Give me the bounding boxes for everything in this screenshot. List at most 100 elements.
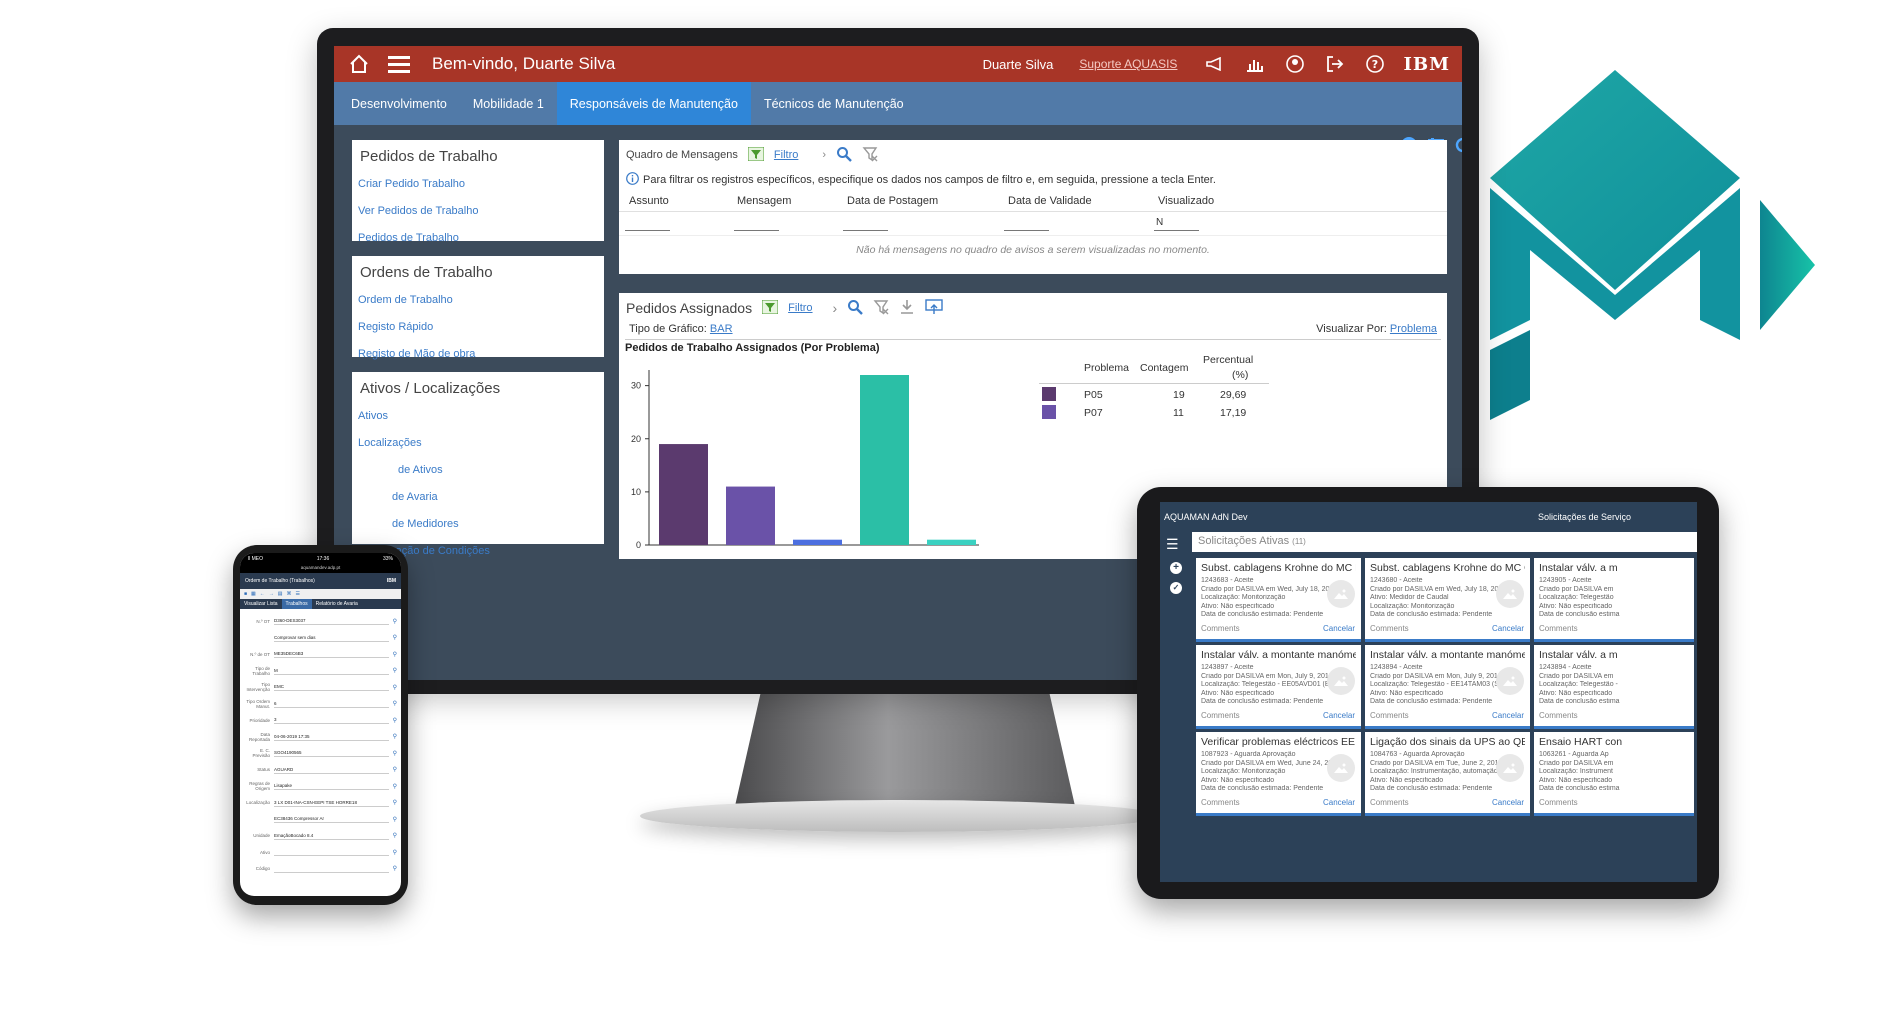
- cancel-link[interactable]: Cancelar: [1492, 624, 1524, 633]
- save-icon[interactable]: ■: [244, 591, 247, 597]
- field-input[interactable]: 3 LX D01-INA-CSN-EEPI TSE HORRE18: [274, 799, 389, 807]
- field-input[interactable]: 6: [274, 700, 389, 708]
- view-by-link[interactable]: Problema: [1390, 323, 1437, 335]
- link-medidores[interactable]: de Medidores: [352, 511, 604, 538]
- phone-tab-lista[interactable]: Visualizar Lista: [240, 599, 282, 609]
- filter-validade-input[interactable]: [1004, 230, 1049, 231]
- field-input[interactable]: EC38436 Compressor Ar: [274, 815, 389, 824]
- field-input[interactable]: 04-06-2019 17:35: [274, 733, 389, 741]
- request-card[interactable]: Verificar problemas eléctricos EE Souto1…: [1196, 732, 1361, 816]
- link-registo-rapido[interactable]: Registo Rápido: [352, 314, 604, 341]
- comments-link[interactable]: Comments: [1201, 624, 1240, 633]
- phone-tab-trabalhos[interactable]: Trabalhos: [281, 599, 312, 609]
- chevron-right-icon[interactable]: ›: [833, 300, 838, 316]
- bar[interactable]: [927, 539, 976, 545]
- check-icon[interactable]: ✓: [1170, 582, 1182, 594]
- col-assunto[interactable]: Assunto: [629, 195, 669, 207]
- request-card[interactable]: Subst. cablagens Krohne do MC Bagoa...12…: [1196, 558, 1361, 642]
- request-card[interactable]: Subst. cablagens Krohne do MC Outeiro124…: [1365, 558, 1530, 642]
- lookup-icon[interactable]: ⚲: [393, 816, 397, 823]
- comments-link[interactable]: Comments: [1370, 711, 1409, 720]
- tab-tecnicos-manutencao[interactable]: Técnicos de Manutenção: [751, 82, 917, 125]
- field-input[interactable]: Lisapake: [274, 782, 389, 791]
- lookup-icon[interactable]: ⚲: [393, 651, 397, 658]
- clear-filter-icon[interactable]: [862, 146, 878, 165]
- filter-icon[interactable]: [747, 146, 765, 164]
- field-input[interactable]: EMC: [274, 683, 389, 692]
- field-input[interactable]: ME35DEC6B3: [274, 650, 389, 659]
- lookup-icon[interactable]: ⚲: [393, 783, 397, 790]
- attach-icon[interactable]: ⌘: [287, 591, 292, 597]
- filter-assunto-input[interactable]: [625, 230, 670, 231]
- forward-icon[interactable]: →: [269, 591, 274, 597]
- col-data-validade[interactable]: Data de Validade: [1008, 195, 1092, 207]
- field-input[interactable]: [274, 865, 389, 873]
- link-criar-pedido[interactable]: Criar Pedido Trabalho: [352, 171, 604, 198]
- comments-link[interactable]: Comments: [1370, 798, 1409, 807]
- request-card[interactable]: Instalar válv. a m 1243905 - Aceite Criado…: [1534, 558, 1694, 642]
- bar[interactable]: [860, 375, 909, 545]
- download-icon[interactable]: [899, 299, 915, 318]
- lookup-icon[interactable]: ⚲: [393, 799, 397, 806]
- tab-mobilidade[interactable]: Mobilidade 1: [460, 82, 557, 125]
- back-icon[interactable]: ←: [260, 591, 265, 597]
- comments-link[interactable]: Comments: [1201, 711, 1240, 720]
- field-input[interactable]: AGUARD: [274, 766, 389, 774]
- announce-icon[interactable]: [1204, 53, 1226, 75]
- support-link[interactable]: Suporte AQUASIS: [1079, 57, 1177, 71]
- doc-icon[interactable]: ▤: [278, 591, 283, 597]
- comments-link[interactable]: Comments: [1370, 624, 1409, 633]
- field-input[interactable]: D360-DES3037: [274, 617, 389, 626]
- menu-icon[interactable]: ☰: [296, 591, 300, 597]
- lookup-icon[interactable]: ⚲: [393, 733, 397, 740]
- comments-link[interactable]: Comments: [1539, 711, 1578, 720]
- cancel-link[interactable]: Cancelar: [1492, 711, 1524, 720]
- filter-icon[interactable]: [761, 299, 779, 317]
- link-ativos-2[interactable]: de Ativos: [352, 457, 604, 484]
- logout-icon[interactable]: [1324, 53, 1346, 75]
- col-data-postagem[interactable]: Data de Postagem: [847, 195, 938, 207]
- lookup-icon[interactable]: ⚲: [393, 700, 397, 707]
- lookup-icon[interactable]: ⚲: [393, 684, 397, 691]
- tab-responsaveis-manutencao[interactable]: Responsáveis de Manutenção: [556, 82, 751, 125]
- help-icon[interactable]: ?: [1364, 53, 1386, 75]
- lookup-icon[interactable]: ⚲: [393, 849, 397, 856]
- clear-filter-icon[interactable]: [873, 299, 889, 318]
- cancel-link[interactable]: Cancelar: [1492, 798, 1524, 807]
- request-card[interactable]: Instalar válv. a montante manómetro ...1…: [1365, 645, 1530, 729]
- link-pedidos-trabalho[interactable]: Pedidos de Trabalho: [352, 225, 604, 252]
- field-input[interactable]: Comprovar sem dias: [274, 634, 389, 642]
- cancel-link[interactable]: Cancelar: [1323, 624, 1355, 633]
- add-icon[interactable]: +: [1170, 562, 1182, 574]
- request-card[interactable]: Instalar válv. a montante manómetro ...1…: [1196, 645, 1361, 729]
- reports-icon[interactable]: [1244, 53, 1266, 75]
- bar[interactable]: [793, 539, 842, 545]
- lookup-icon[interactable]: ⚲: [393, 667, 397, 674]
- filter-postagem-input[interactable]: [843, 230, 888, 231]
- list-icon[interactable]: ☰: [1166, 536, 1179, 553]
- link-ordem-trabalho[interactable]: Ordem de Trabalho: [352, 287, 604, 314]
- search-icon[interactable]: [836, 146, 852, 165]
- lookup-icon[interactable]: ⚲: [393, 832, 397, 839]
- col-mensagem[interactable]: Mensagem: [737, 195, 791, 207]
- request-card[interactable]: Instalar válv. a m 1243894 - Aceite Criado…: [1534, 645, 1694, 729]
- link-ver-pedidos[interactable]: Ver Pedidos de Trabalho: [352, 198, 604, 225]
- request-card[interactable]: Ensaio HART con 1063261 - Aguarda Ap Criad…: [1534, 732, 1694, 816]
- phone-url[interactable]: aquamandev.adp.pt: [240, 565, 401, 573]
- refresh-icon[interactable]: [1453, 135, 1462, 155]
- link-registo-mao-obra[interactable]: Registo de Mão de obra: [352, 341, 604, 368]
- home-icon[interactable]: [346, 51, 372, 77]
- bar[interactable]: [659, 444, 708, 545]
- link-avaria[interactable]: de Avaria: [352, 484, 604, 511]
- grid-icon[interactable]: ▦: [251, 591, 256, 597]
- tablet-search-bar[interactable]: Solicitações Ativas (11): [1192, 532, 1697, 552]
- filter-visualizado-input[interactable]: [1154, 230, 1199, 231]
- field-input[interactable]: SGO4190565: [274, 749, 389, 758]
- lookup-icon[interactable]: ⚲: [393, 865, 397, 872]
- lookup-icon[interactable]: ⚲: [393, 766, 397, 773]
- link-ativos[interactable]: Ativos: [352, 403, 604, 430]
- search-icon[interactable]: [847, 299, 864, 318]
- field-input[interactable]: [274, 848, 389, 857]
- chart-filter-link[interactable]: Filtro: [788, 302, 812, 314]
- col-visualizado[interactable]: Visualizado: [1158, 195, 1214, 207]
